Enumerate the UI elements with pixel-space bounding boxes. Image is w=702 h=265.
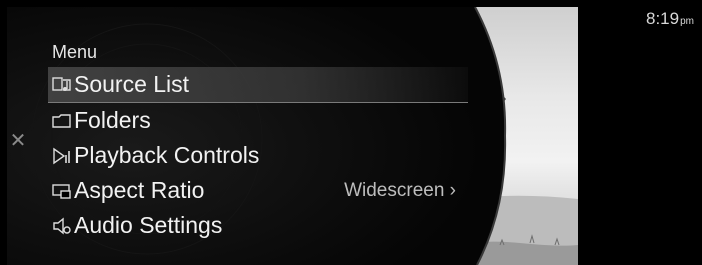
menu-item-folders[interactable]: Folders [48,103,468,138]
menu-list: Source List Folders Playback Controls As… [48,67,468,243]
clock: 8:19pm [646,9,694,29]
menu-item-source-list[interactable]: Source List [48,67,468,103]
close-icon: ✕ [9,128,27,152]
source-list-icon [52,75,72,95]
audio-settings-icon [52,216,72,236]
menu-item-label: Aspect Ratio [74,177,205,203]
menu-item-label: Audio Settings [74,212,223,238]
menu-item-label: Folders [74,107,151,133]
clock-ampm: pm [680,16,694,27]
menu-title: Menu [52,42,98,62]
clock-time: 8:19 [646,9,680,28]
menu-item-label: Source List [74,71,190,97]
folder-icon [52,111,72,131]
aspect-ratio-value: Widescreen › [344,179,456,201]
menu-item-audio-settings[interactable]: Audio Settings [48,208,468,243]
menu-item-label: Playback Controls [74,142,260,168]
menu-item-aspect-ratio[interactable]: Aspect Ratio Widescreen › [48,173,468,208]
aspect-ratio-icon [52,181,72,201]
playback-controls-icon [52,146,72,166]
close-button[interactable]: ✕ [9,128,27,152]
screen: ✕ 8:19pm Menu Source List Folders Playba… [0,0,702,265]
menu-item-playback-controls[interactable]: Playback Controls [48,138,468,173]
